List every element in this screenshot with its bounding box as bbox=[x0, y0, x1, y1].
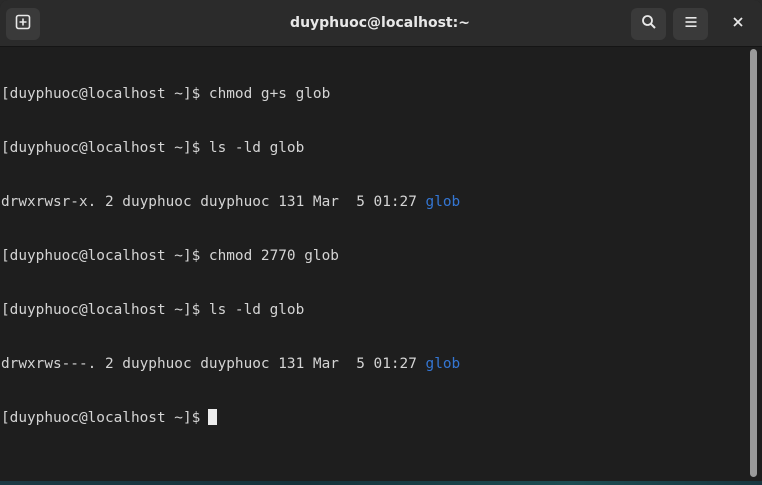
terminal-line: [duyphuoc@localhost ~]$ ls -ld glob bbox=[1, 302, 305, 318]
terminal-output[interactable]: [duyphuoc@localhost ~]$ chmod g+s glob [… bbox=[0, 48, 745, 485]
terminal-line: [duyphuoc@localhost ~]$ ls -ld glob bbox=[1, 140, 305, 156]
close-icon bbox=[732, 15, 744, 33]
prompt-line: [duyphuoc@localhost ~]$ bbox=[1, 409, 745, 427]
hamburger-menu-icon bbox=[684, 15, 698, 34]
search-icon bbox=[641, 14, 657, 35]
terminal-window: duyphuoc@localhost:~ [duyphuoc@localhost… bbox=[0, 0, 762, 485]
terminal-line: [duyphuoc@localhost ~]$ chmod 2770 glob bbox=[1, 248, 339, 264]
new-tab-button[interactable] bbox=[6, 8, 40, 40]
close-button[interactable] bbox=[722, 8, 754, 40]
directory-name: glob bbox=[425, 194, 461, 210]
directory-name: glob bbox=[425, 356, 461, 372]
window-title: duyphuoc@localhost:~ bbox=[290, 15, 470, 31]
header-bar: duyphuoc@localhost:~ bbox=[0, 0, 762, 47]
terminal-line: [duyphuoc@localhost ~]$ chmod g+s glob bbox=[1, 86, 331, 102]
terminal-line: drwxrws---. 2 duyphuoc duyphuoc 131 Mar … bbox=[1, 356, 461, 372]
new-tab-icon bbox=[15, 14, 31, 35]
text-cursor bbox=[208, 409, 218, 425]
terminal-line: drwxrwsr-x. 2 duyphuoc duyphuoc 131 Mar … bbox=[1, 194, 461, 210]
search-button[interactable] bbox=[631, 8, 666, 40]
scrollbar-thumb[interactable] bbox=[750, 49, 757, 477]
scrollbar[interactable] bbox=[749, 49, 759, 479]
desktop-background-strip bbox=[0, 481, 762, 485]
menu-button[interactable] bbox=[673, 8, 708, 40]
